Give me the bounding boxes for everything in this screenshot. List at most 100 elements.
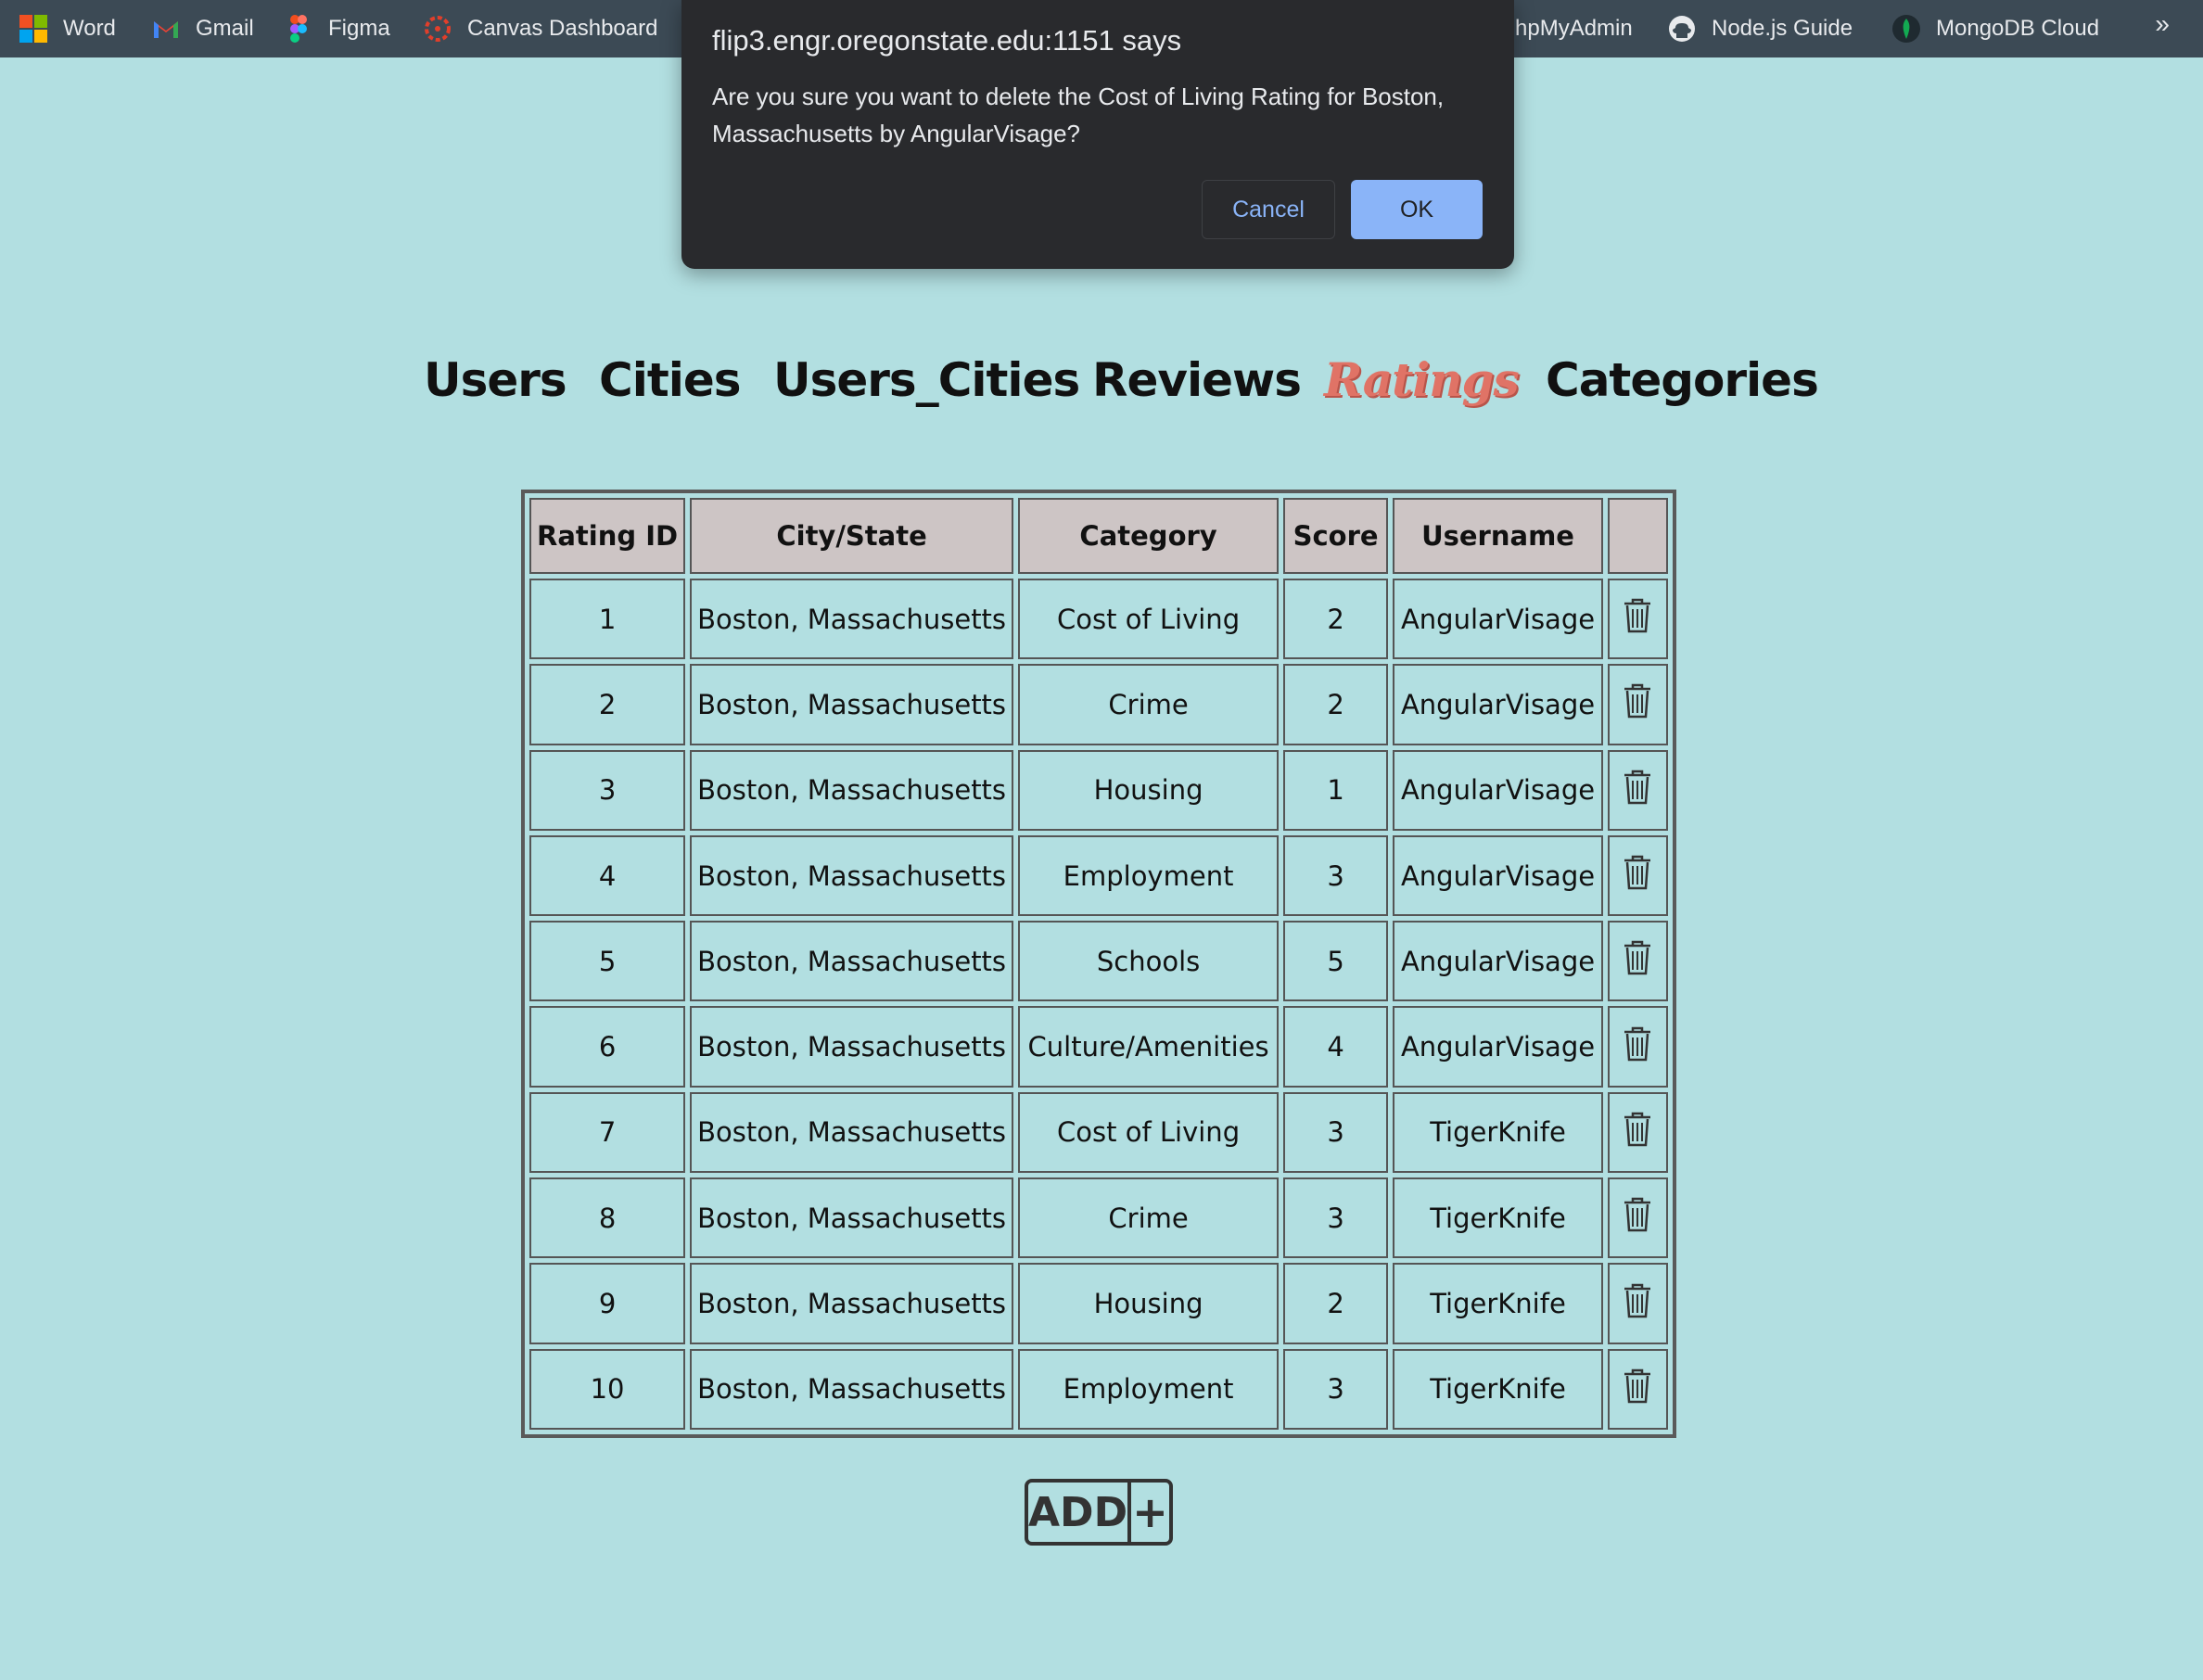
trash-icon[interactable] — [1622, 1196, 1653, 1233]
nav-reviews[interactable]: Reviews — [1092, 343, 1302, 417]
table-row: 3 Boston, Massachusetts Housing 1 AngularVis… — [529, 749, 1668, 831]
delete-cell — [1607, 834, 1668, 917]
category-cell: Cost of Living — [1018, 579, 1280, 660]
bookmark-gmail[interactable]: Gmail — [151, 0, 254, 57]
bookmark-phpmyadmin[interactable]: hpMyAdmin — [1515, 0, 1633, 57]
column-header — [1607, 498, 1668, 574]
column-header: Score — [1283, 498, 1389, 574]
trash-icon[interactable] — [1622, 682, 1653, 719]
city-state-cell: Boston, Massachusetts — [690, 834, 1014, 917]
bookmark-mongodb[interactable]: MongoDB Cloud — [1891, 0, 2099, 57]
bookmark-label: Node.js Guide — [1712, 16, 1853, 41]
table-row: 1 Boston, Massachusetts Cost of Living 2 Ang… — [529, 579, 1668, 660]
username-cell: TigerKnife — [1393, 1348, 1603, 1430]
bookmark-label: Gmail — [196, 16, 254, 41]
username-cell: TigerKnife — [1393, 1263, 1603, 1344]
nav-users-cities[interactable]: Users_Cities — [773, 343, 1080, 417]
nav-categories[interactable]: Categories — [1546, 343, 1819, 417]
trash-icon[interactable] — [1622, 597, 1653, 634]
table-row: 4 Boston, Massachusetts Employment 3 Angular… — [529, 834, 1668, 917]
bookmark-figma[interactable]: Figma — [284, 0, 390, 57]
ratings-table: Rating ID City/State Category Score User… — [521, 490, 1676, 1438]
column-header: Rating ID — [529, 498, 686, 574]
table-row: 10 Boston, Massachusetts Employment 3 TigerK… — [529, 1348, 1668, 1430]
rating-id-cell: 4 — [529, 834, 686, 917]
dialog-message: Are you sure you want to delete the Cost… — [712, 83, 1445, 147]
bookmark-label: Figma — [328, 16, 390, 41]
trash-icon[interactable] — [1622, 939, 1653, 976]
table-row: 9 Boston, Massachusetts Housing 2 TigerKnife — [529, 1263, 1668, 1344]
cancel-button[interactable]: Cancel — [1202, 180, 1335, 239]
bookmark-label: hpMyAdmin — [1515, 16, 1633, 41]
score-cell: 5 — [1283, 921, 1389, 1002]
city-state-cell: Boston, Massachusetts — [690, 579, 1014, 660]
table-row: 2 Boston, Massachusetts Crime 2 AngularVisag… — [529, 664, 1668, 745]
rating-id-cell: 2 — [529, 664, 686, 745]
trash-icon[interactable] — [1622, 1368, 1653, 1405]
mongodb-icon — [1891, 14, 1921, 44]
table-header-row: Rating ID City/State Category Score User… — [529, 498, 1668, 574]
more-bookmarks-chevron[interactable]: » — [2155, 9, 2170, 39]
trash-icon[interactable] — [1622, 854, 1653, 891]
username-cell: AngularVisage — [1393, 579, 1603, 660]
delete-cell — [1607, 1263, 1668, 1344]
category-cell: Housing — [1018, 1263, 1280, 1344]
city-state-cell: Boston, Massachusetts — [690, 1177, 1014, 1259]
category-cell: Crime — [1018, 664, 1280, 745]
github-icon — [1667, 14, 1697, 44]
username-cell: AngularVisage — [1393, 664, 1603, 745]
rating-id-cell: 5 — [529, 921, 686, 1002]
score-cell: 2 — [1283, 664, 1389, 745]
confirm-dialog: flip3.engr.oregonstate.edu:1151 says Are… — [681, 0, 1514, 269]
score-cell: 3 — [1283, 1091, 1389, 1174]
delete-cell — [1607, 1091, 1668, 1174]
username-cell: AngularVisage — [1393, 1006, 1603, 1088]
delete-cell — [1607, 1006, 1668, 1088]
bookmark-label: Canvas Dashboard — [467, 16, 658, 41]
column-header: City/State — [690, 498, 1014, 574]
bookmark-word[interactable]: Word — [19, 0, 116, 57]
score-cell: 3 — [1283, 1177, 1389, 1259]
category-cell: Employment — [1018, 834, 1280, 917]
delete-cell — [1607, 921, 1668, 1002]
delete-cell — [1607, 749, 1668, 831]
nav-cities[interactable]: Cities — [599, 343, 742, 417]
rating-id-cell: 8 — [529, 1177, 686, 1259]
nav-ratings[interactable]: Ratings — [1324, 343, 1520, 417]
username-cell: TigerKnife — [1393, 1091, 1603, 1174]
ok-button[interactable]: OK — [1351, 180, 1483, 239]
figma-icon — [284, 14, 313, 44]
add-label: ADD — [1028, 1488, 1128, 1536]
gmail-icon — [151, 14, 181, 44]
score-cell: 1 — [1283, 749, 1389, 831]
delete-cell — [1607, 664, 1668, 745]
dialog-title: flip3.engr.oregonstate.edu:1151 says — [712, 24, 1182, 57]
delete-cell — [1607, 579, 1668, 660]
rating-id-cell: 9 — [529, 1263, 686, 1344]
rating-id-cell: 10 — [529, 1348, 686, 1430]
trash-icon[interactable] — [1622, 769, 1653, 806]
username-cell: AngularVisage — [1393, 834, 1603, 917]
table-row: 5 Boston, Massachusetts Schools 5 AngularVis… — [529, 921, 1668, 1002]
bookmark-label: Word — [63, 16, 116, 41]
add-rating-button[interactable]: ADD + — [1025, 1479, 1173, 1546]
score-cell: 2 — [1283, 579, 1389, 660]
category-cell: Culture/Amenities — [1018, 1006, 1280, 1088]
column-header: Username — [1393, 498, 1603, 574]
bookmark-canvas[interactable]: Canvas Dashboard — [423, 0, 657, 57]
main-nav: Users Cities Users_Cities Reviews Rating… — [0, 343, 2203, 417]
nav-users[interactable]: Users — [424, 343, 567, 417]
trash-icon[interactable] — [1622, 1111, 1653, 1148]
bookmark-nodejs-guide[interactable]: Node.js Guide — [1667, 0, 1853, 57]
microsoft-icon — [19, 14, 48, 44]
delete-cell — [1607, 1177, 1668, 1259]
trash-icon[interactable] — [1622, 1025, 1653, 1063]
rating-id-cell: 1 — [529, 579, 686, 660]
rating-id-cell: 6 — [529, 1006, 686, 1088]
city-state-cell: Boston, Massachusetts — [690, 1006, 1014, 1088]
category-cell: Crime — [1018, 1177, 1280, 1259]
score-cell: 3 — [1283, 1348, 1389, 1430]
trash-icon[interactable] — [1622, 1282, 1653, 1319]
score-cell: 3 — [1283, 834, 1389, 917]
table-row: 8 Boston, Massachusetts Crime 3 TigerKnife — [529, 1177, 1668, 1259]
